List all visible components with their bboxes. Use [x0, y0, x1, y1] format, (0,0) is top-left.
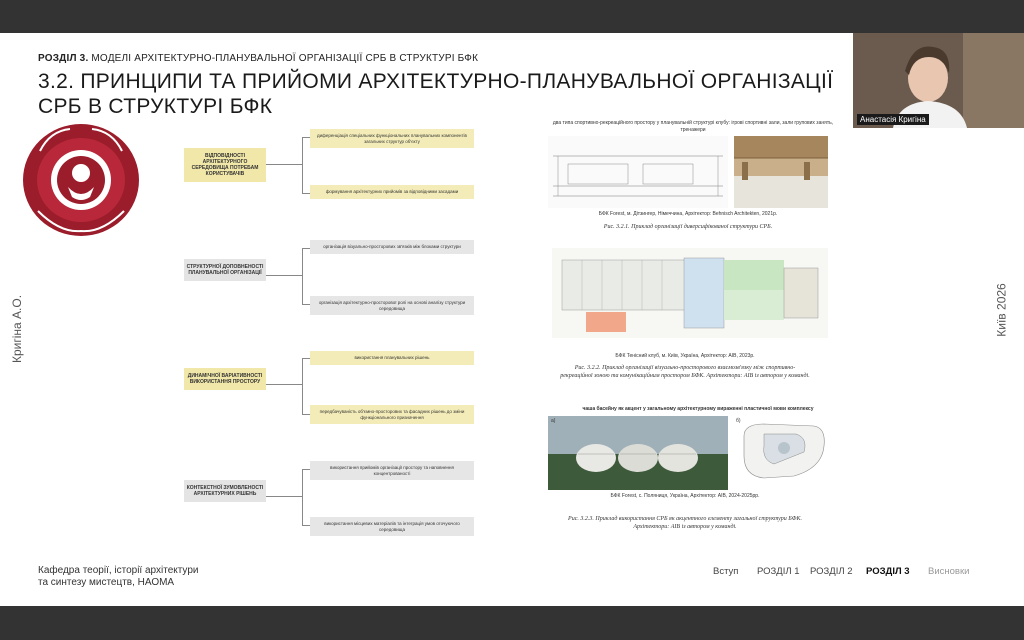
method-node: організація архітектурно-просторової рол…	[310, 296, 474, 315]
principle-node: СТРУКТУРНОЇ ДОПОВНЕНОСТІ ПЛАНУВАЛЬНОЇ ОР…	[184, 259, 266, 281]
method-node: використання місцевих матеріалів та інте…	[310, 517, 474, 536]
section-label: РОЗДІЛ 3. МОДЕЛІ АРХІТЕКТУРНО-ПЛАНУВАЛЬН…	[38, 53, 479, 64]
connector	[302, 469, 303, 525]
figure-2-floor-plan	[552, 248, 828, 338]
slide-title: 3.2. ПРИНЦИПИ ТА ПРИЙОМИ АРХІТЕКТУРНО-ПЛ…	[38, 70, 834, 118]
connector	[302, 304, 310, 305]
footer-department: Кафедра теорії, історії архітектури та с…	[38, 565, 198, 589]
connector	[302, 358, 310, 359]
figure-2-caption: Рис. 3.2.2. Приклад організації візуальн…	[560, 365, 810, 379]
city-year-side-label: Київ 2026	[994, 283, 1009, 337]
nav-section-1[interactable]: РОЗДІЛ 1	[757, 566, 800, 577]
method-node: організація візуально-просторових зв'язк…	[310, 240, 474, 254]
method-node: диференціація спеціальних функціональних…	[310, 129, 474, 148]
author-side-label: Кригіна А.О.	[10, 294, 24, 363]
figure-1-interior-photo	[734, 136, 828, 208]
figure-3-label-b: б)	[736, 418, 741, 424]
connector	[266, 164, 302, 165]
footer-line-1: Кафедра теорії, історії архітектури	[38, 565, 199, 576]
figure-3-caption: Рис. 3.2.3. Приклад використання СРБ як …	[568, 516, 802, 530]
meeting-top-bar	[0, 0, 1024, 33]
figure-1-section-drawing	[548, 136, 728, 208]
principle-node: ДИНАМІЧНОЇ ВАРІАТИВНОСТІ ВИКОРИСТАННЯ ПР…	[184, 368, 266, 390]
figure-1-credit: БФК Forest, м. Дітзингер, Німеччина, Арх…	[598, 211, 778, 217]
figure-3-credit: БФК Forest, с. Поляниця, Україна, Архіте…	[610, 493, 760, 499]
nav-section-2[interactable]: РОЗДІЛ 2	[810, 566, 853, 577]
method-node: передбачуваність об'ємно-просторових та …	[310, 405, 474, 424]
connector	[302, 525, 310, 526]
connector	[266, 384, 302, 385]
principle-node: КОНТЕКСТНОЇ ЗУМОВЛЕНОСТІ АРХІТЕКТУРНИХ Р…	[184, 480, 266, 502]
connector	[302, 248, 310, 249]
participant-name-label: Анастасія Кригіна	[857, 114, 929, 125]
figure-1-caption: Рис. 3.2.1. Приклад організації диверсиф…	[603, 224, 773, 230]
figure-2-credit: БФК Тенісний клуб, м. Київ, Україна, Арх…	[615, 353, 755, 359]
presentation-slide: РОЗДІЛ 3. МОДЕЛІ АРХІТЕКТУРНО-ПЛАНУВАЛЬН…	[0, 33, 1024, 606]
principle-node: ВІДПОВІДНОСТІ АРХІТЕКТУРНОГО СЕРЕДОВИЩА …	[184, 148, 266, 182]
method-node: використання прийомів організації просто…	[310, 461, 474, 480]
figure-3-render-photo	[548, 416, 728, 490]
meeting-bottom-bar	[0, 606, 1024, 640]
figure-3-header: чаша басейну як акцент у загальному архі…	[582, 406, 814, 412]
academy-emblem-logo	[23, 124, 139, 236]
connector	[302, 137, 310, 138]
figure-3-site-plan	[734, 416, 828, 490]
method-node: формування архітектурних прийомів за від…	[310, 185, 474, 199]
connector	[302, 248, 303, 304]
nav-intro[interactable]: Вступ	[713, 566, 738, 577]
connector	[266, 496, 302, 497]
connector	[302, 137, 303, 193]
connector	[302, 193, 310, 194]
connector	[302, 469, 310, 470]
figure-3-label-a: а)	[551, 418, 556, 424]
nav-conclusions[interactable]: Висновки	[928, 566, 969, 577]
connector	[302, 414, 310, 415]
nav-section-3[interactable]: РОЗДІЛ 3	[866, 566, 910, 577]
method-node: використання планувальних рішень	[310, 351, 474, 365]
figure-1-header: два типа спортивно-рекреаційного простор…	[552, 120, 834, 133]
connector	[302, 358, 303, 414]
footer-line-2: та синтезу мистецтв, НАОМА	[38, 577, 175, 588]
connector	[266, 275, 302, 276]
participant-video-tile[interactable]: Анастасія Кригіна	[853, 33, 1024, 128]
